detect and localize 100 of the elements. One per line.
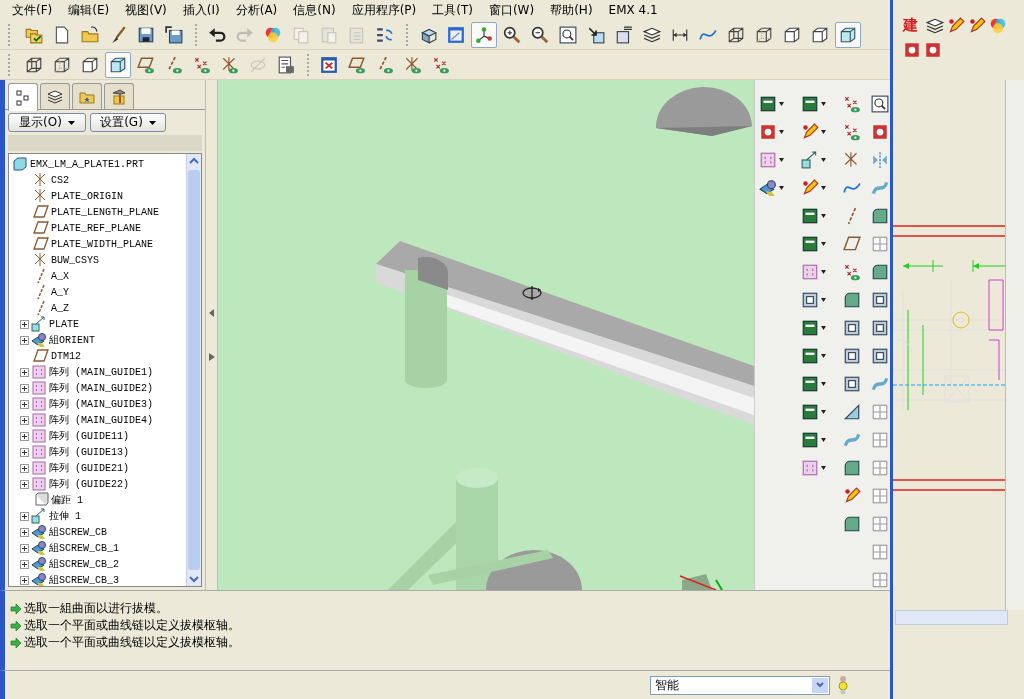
toolbar-label[interactable]: 建 — [903, 16, 923, 35]
tree-item[interactable]: DTM12 — [51, 350, 81, 362]
expand-toggle[interactable] — [20, 575, 29, 585]
menu-item[interactable]: 文件(F) — [4, 0, 61, 20]
cube-shaded-icon — [109, 55, 127, 74]
tree-item[interactable]: 阵列 (GUIDE13) — [49, 445, 129, 459]
scrollbar[interactable] — [895, 610, 1008, 625]
menu-item[interactable]: 分析(A) — [227, 0, 286, 20]
plane-icon — [33, 220, 49, 236]
point-eye-icon — [843, 95, 861, 113]
menu-item[interactable]: 视图(V) — [117, 0, 175, 20]
tree-item[interactable]: PLATE_ORIGIN — [51, 190, 123, 202]
tree-item[interactable]: EMX_LM_A_PLATE1.PRT — [30, 158, 145, 170]
cube-hidden-icon — [53, 55, 71, 74]
expand-toggle[interactable] — [20, 335, 29, 345]
expand-toggle[interactable] — [20, 319, 29, 329]
menu-item[interactable]: EMX 4.1 — [600, 2, 666, 18]
caret-icon — [821, 158, 826, 162]
cube-wire-icon — [727, 25, 745, 44]
arrow-icon — [10, 619, 22, 632]
tree-item[interactable]: PLATE_WIDTH_PLANE — [51, 238, 154, 250]
grid4-icon — [871, 571, 889, 589]
cube-wire-icon — [25, 55, 43, 74]
cube-hidden-icon — [755, 25, 773, 44]
pencil-icon — [801, 179, 819, 197]
tree-item[interactable]: 偏距 1 — [51, 493, 83, 507]
expand-toggle[interactable] — [20, 479, 29, 489]
menu-item[interactable]: 帮助(H) — [542, 0, 601, 20]
pattern-icon — [31, 444, 47, 460]
tree-item[interactable]: 拉伸 1 — [49, 509, 81, 523]
tree-item[interactable]: 阵列 (MAIN_GUIDE2) — [49, 381, 153, 395]
tree-item[interactable]: PLATE_REF_PLANE — [51, 222, 141, 234]
menu-item[interactable]: 工具(T) — [424, 0, 481, 20]
expand-toggle[interactable] — [20, 511, 29, 521]
caret-icon — [821, 270, 826, 274]
cube-plain-icon — [81, 55, 99, 74]
tree-item[interactable]: 組SCREW_CB — [49, 525, 107, 539]
collapse-arrow-icon[interactable] — [208, 309, 215, 317]
tree-item[interactable]: 阵列 (MAIN_GUIDE1) — [49, 365, 153, 379]
tree-item[interactable]: 組SCREW_CB_3 — [49, 573, 119, 586]
cube-shaded-icon — [839, 25, 857, 44]
layers-tab[interactable] — [40, 83, 70, 109]
caret-icon — [67, 120, 75, 125]
expand-toggle[interactable] — [20, 527, 29, 537]
tree-item[interactable]: 阵列 (MAIN_GUIDE3) — [49, 397, 153, 411]
expand-toggle[interactable] — [20, 367, 29, 377]
menu-item[interactable]: 窗口(W) — [480, 0, 543, 20]
tree-item[interactable]: 阵列 (GUIDE22) — [49, 477, 129, 491]
tree-item[interactable]: PLATE — [49, 318, 79, 330]
group-icon — [31, 572, 47, 586]
tree-item[interactable]: 組SCREW_CB_2 — [49, 557, 119, 571]
tree-item[interactable]: 阵列 (MAIN_GUIDE4) — [49, 413, 153, 427]
tree-item[interactable]: A_Y — [51, 286, 69, 298]
dropdown-button[interactable]: 设置(G) — [90, 113, 166, 132]
expand-toggle[interactable] — [20, 559, 29, 569]
chevron-down-icon[interactable] — [816, 682, 824, 688]
tree-item[interactable]: 組ORIENT — [49, 333, 95, 347]
menu-item[interactable]: 信息(N) — [285, 0, 344, 20]
point-eye-icon — [193, 55, 211, 74]
sweep-icon — [871, 375, 889, 393]
tree-item[interactable]: 組SCREW_CB_1 — [49, 541, 119, 555]
caret-icon — [779, 102, 784, 106]
axis-eye-icon — [165, 55, 183, 74]
cube-plain-icon — [783, 25, 801, 44]
tree-item[interactable]: 阵列 (GUIDE21) — [49, 461, 129, 475]
expand-toggle[interactable] — [20, 463, 29, 473]
menu-item[interactable]: 应用程序(P) — [343, 0, 425, 20]
layers-icon — [926, 16, 944, 35]
menu-item[interactable]: 编辑(E) — [60, 0, 118, 20]
pattern-icon — [31, 460, 47, 476]
tree-item[interactable]: 阵列 (GUIDE11) — [49, 429, 129, 443]
csys-eye-icon — [404, 55, 422, 74]
tree-item[interactable]: CS2 — [51, 174, 69, 186]
scrollbar[interactable] — [1005, 80, 1024, 610]
cube-shaded-button[interactable] — [105, 51, 131, 78]
tree-item[interactable]: A_X — [51, 270, 69, 282]
status-light-icon — [838, 675, 848, 695]
expand-toggle[interactable] — [20, 415, 29, 425]
filter-dropdown[interactable]: 智能 — [650, 675, 830, 695]
refit-icon — [559, 25, 577, 44]
dropdown-button[interactable]: 显示(O) — [8, 113, 86, 132]
tree-item[interactable]: A_Z — [51, 302, 69, 314]
expand-toggle[interactable] — [20, 399, 29, 409]
expand-toggle[interactable] — [20, 543, 29, 553]
pattern-icon — [31, 380, 47, 396]
expand-toggle[interactable] — [20, 447, 29, 457]
layers-icon — [47, 88, 63, 105]
expand-toggle[interactable] — [20, 383, 29, 393]
group-icon — [31, 332, 47, 348]
tree-item[interactable]: PLATE_LENGTH_PLANE — [51, 206, 160, 218]
tools-tab[interactable] — [104, 83, 134, 109]
grid4-icon — [871, 431, 889, 449]
extrude-icon — [31, 508, 47, 524]
menu-item[interactable]: 插入(I) — [174, 0, 228, 20]
tree-item[interactable]: BUW_CSYS — [51, 254, 99, 266]
cube-shaded-button[interactable] — [835, 21, 861, 48]
expand-arrow-icon[interactable] — [208, 353, 215, 361]
point-eye-icon — [843, 123, 861, 141]
expand-toggle[interactable] — [20, 431, 29, 441]
scrollbar[interactable] — [186, 154, 201, 586]
